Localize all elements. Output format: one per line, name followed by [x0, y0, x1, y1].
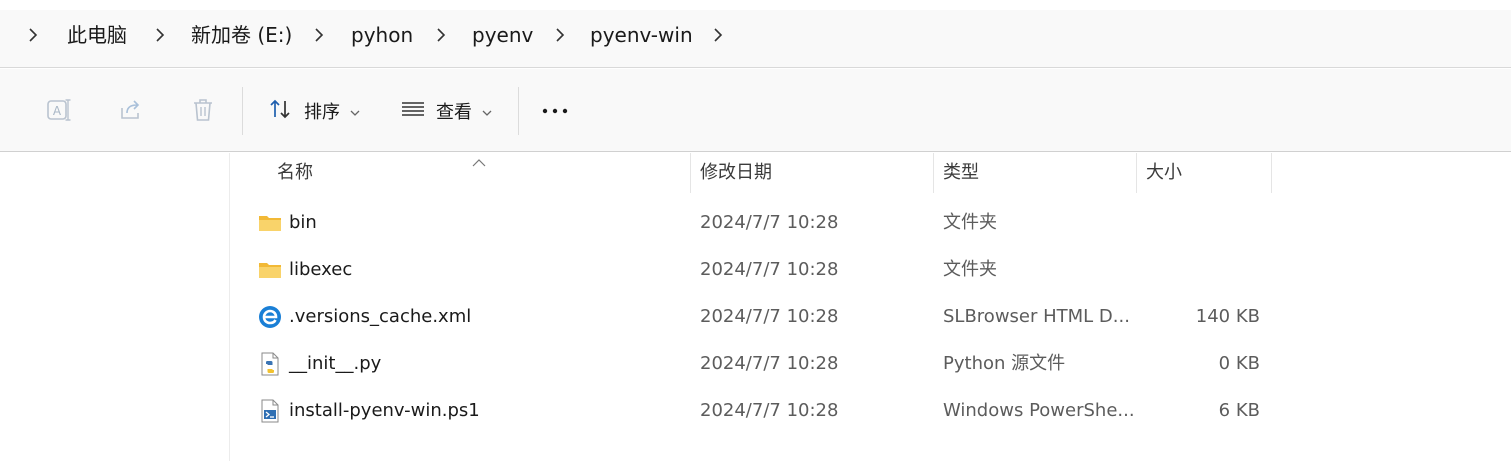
- column-header-size[interactable]: 大小: [1146, 153, 1182, 193]
- column-header-type[interactable]: 类型: [943, 153, 979, 193]
- trash-icon[interactable]: [189, 96, 217, 124]
- column-separator[interactable]: [690, 153, 691, 193]
- chevron-right-icon[interactable]: [711, 26, 725, 44]
- column-separator[interactable]: [1271, 153, 1272, 193]
- breadcrumb-item-drive[interactable]: 新加卷 (E:): [191, 21, 292, 49]
- chevron-right-icon[interactable]: [434, 26, 448, 44]
- view-button[interactable]: 查看: [400, 91, 492, 131]
- breadcrumb-item-pyenv-win[interactable]: pyenv-win: [590, 21, 693, 49]
- file-row[interactable]: __init__.py 2024/7/7 10:28 Python 源文件 0 …: [248, 344, 1278, 384]
- column-header-name[interactable]: 名称: [277, 153, 313, 193]
- file-date: 2024/7/7 10:28: [700, 259, 839, 280]
- file-row[interactable]: bin 2024/7/7 10:28 文件夹: [248, 203, 1278, 243]
- powershell-file-icon: [258, 399, 282, 423]
- sort-ascending-icon: [472, 153, 486, 172]
- file-type: 文件夹: [943, 212, 997, 233]
- file-type: 文件夹: [943, 259, 997, 280]
- command-bar: A 排序 查看: [0, 69, 1511, 152]
- file-row[interactable]: libexec 2024/7/7 10:28 文件夹: [248, 250, 1278, 290]
- navigation-pane-divider[interactable]: [229, 153, 230, 461]
- browser-file-icon: [258, 305, 282, 329]
- file-date: 2024/7/7 10:28: [700, 212, 839, 233]
- chevron-right-icon[interactable]: [26, 26, 40, 44]
- chevron-down-icon: [482, 102, 492, 121]
- file-name: bin: [289, 212, 317, 233]
- sort-arrows-icon: [268, 96, 294, 126]
- file-size: 140 KB: [1195, 306, 1260, 327]
- file-list-pane: 名称 修改日期 类型 大小 bin 2024/7/7 10:28 文件夹 lib…: [0, 153, 1511, 461]
- chevron-down-icon: [350, 102, 360, 121]
- rename-icon[interactable]: A: [45, 96, 73, 124]
- file-name: install-pyenv-win.ps1: [289, 400, 480, 421]
- file-date: 2024/7/7 10:28: [700, 353, 839, 374]
- chevron-right-icon[interactable]: [553, 26, 567, 44]
- file-name: __init__.py: [289, 353, 382, 374]
- file-size: 0 KB: [1218, 353, 1260, 374]
- view-label: 查看: [436, 102, 472, 123]
- sort-button[interactable]: 排序: [268, 91, 360, 131]
- file-date: 2024/7/7 10:28: [700, 400, 839, 421]
- file-date: 2024/7/7 10:28: [700, 306, 839, 327]
- svg-text:A: A: [53, 104, 62, 118]
- file-name: .versions_cache.xml: [289, 306, 472, 327]
- chevron-right-icon[interactable]: [312, 26, 326, 44]
- folder-icon: [258, 211, 282, 235]
- more-icon[interactable]: [540, 100, 570, 124]
- sort-label: 排序: [304, 102, 340, 123]
- window-top-strip: [0, 0, 1511, 10]
- toolbar-divider: [242, 87, 243, 135]
- address-bar[interactable]: 此电脑 新加卷 (E:) pyhon pyenv pyenv-win: [0, 10, 1511, 68]
- file-type: Windows PowerShe...: [943, 400, 1133, 421]
- breadcrumb-item-pyhon[interactable]: pyhon: [351, 21, 413, 49]
- column-separator[interactable]: [1136, 153, 1137, 193]
- folder-icon: [258, 258, 282, 282]
- file-name: libexec: [289, 259, 353, 280]
- chevron-right-icon[interactable]: [153, 26, 167, 44]
- python-file-icon: [258, 352, 282, 376]
- file-type: Python 源文件: [943, 353, 1066, 374]
- breadcrumb-item-pyenv[interactable]: pyenv: [472, 21, 533, 49]
- toolbar-divider: [518, 87, 519, 135]
- file-row[interactable]: install-pyenv-win.ps1 2024/7/7 10:28 Win…: [248, 391, 1278, 431]
- file-type: SLBrowser HTML D...: [943, 306, 1130, 327]
- view-list-icon: [400, 96, 426, 126]
- file-size: 6 KB: [1218, 400, 1260, 421]
- file-row[interactable]: .versions_cache.xml 2024/7/7 10:28 SLBro…: [248, 297, 1278, 337]
- share-icon[interactable]: [117, 96, 145, 124]
- breadcrumb-item-this-pc[interactable]: 此电脑: [67, 21, 127, 49]
- column-separator[interactable]: [933, 153, 934, 193]
- column-header-date[interactable]: 修改日期: [700, 153, 772, 193]
